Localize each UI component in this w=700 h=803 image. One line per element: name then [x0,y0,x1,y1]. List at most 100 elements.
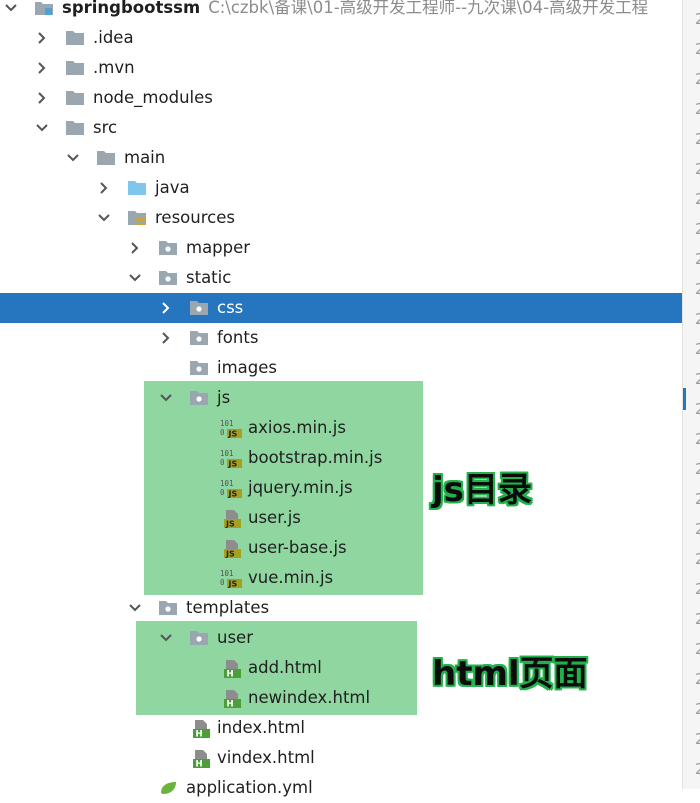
tree-item-user-base-js[interactable]: JS user-base.js [0,533,682,563]
svg-text:JS: JS [228,490,238,499]
tree-item-mapper[interactable]: mapper [0,233,682,263]
tree-item-static[interactable]: static [0,263,682,293]
tree-item-axios-min-js[interactable]: 101 0 JS axios.min.js [0,413,682,443]
tree-item-label: src [93,117,117,139]
tree-item-text: .idea [93,28,134,47]
tree-item-node-modules[interactable]: node_modules [0,83,682,113]
package-folder-icon [189,299,209,317]
tree-item-text: vue.min.js [248,568,334,587]
tree-item-text: axios.min.js [248,418,346,437]
gutter-line-number: 2 [695,550,700,568]
tree-item-jquery-min-js[interactable]: 101 0 JS jquery.min.js [0,473,682,503]
folder-icon [65,89,85,107]
tree-item-vue-min-js[interactable]: 101 0 JS vue.min.js [0,563,682,593]
minified-js-file-icon: 101 0 JS [220,419,242,439]
tree-item-label: js [217,387,230,409]
js-file-icon: JS [220,539,241,559]
gutter-line-number: 2 [695,370,700,388]
chevron-down-icon[interactable] [35,121,49,135]
gutter-line-number: 2 [695,520,700,538]
folder-icon [65,119,85,137]
chevron-down-icon[interactable] [66,151,80,165]
tree-item-label: vindex.html [217,747,315,769]
tree-item-user-js[interactable]: JS user.js [0,503,682,533]
tree-item-images[interactable]: images [0,353,682,383]
tree-item-text: jquery.min.js [248,478,353,497]
tree-item-springbootssm[interactable]: springbootssm C:\czbk\备课\01-高级开发工程师--九次课\… [0,0,682,23]
tree-item-bootstrap-min-js[interactable]: 101 0 JS bootstrap.min.js [0,443,682,473]
tree-item-index-html[interactable]: Hindex.html [0,713,682,743]
minified-js-file-icon: 101 0 JS [220,569,242,589]
chevron-down-icon[interactable] [159,631,173,645]
chevron-right-icon[interactable] [128,241,142,255]
chevron-right-icon[interactable] [35,61,49,75]
tree-item-vindex-html[interactable]: Hvindex.html [0,743,682,773]
tree-item-main[interactable]: main [0,143,682,173]
chevron-down-icon[interactable] [128,601,142,615]
tree-item-text: static [186,268,232,287]
chevron-down-icon[interactable] [4,1,18,15]
svg-text:H: H [196,760,203,770]
tree-item-application-yml[interactable]: application.yml [0,773,682,803]
gutter-line-number: 2 [695,190,700,208]
minified-js-file-icon: 101 0 JS [220,449,242,469]
tree-item-text: main [124,148,166,167]
chevron-down-icon[interactable] [128,271,142,285]
package-folder-icon [158,269,178,287]
project-path: C:\czbk\备课\01-高级开发工程师--九次课\04-高级开发工程 [208,0,649,17]
gutter-line-number: 2 [695,220,700,238]
tree-item-mvn[interactable]: .mvn [0,53,682,83]
tree-item-text: .mvn [93,58,135,77]
tree-item-text: js [217,388,231,407]
tree-item-templates[interactable]: templates [0,593,682,623]
folder-icon [65,59,85,77]
html-file-icon: H [220,659,241,679]
minified-js-file-icon: 101 0 JS [220,479,242,499]
gutter-line-number: 2 [695,130,700,148]
svg-text:101: 101 [220,419,234,428]
package-folder-icon [189,359,209,377]
chevron-right-icon[interactable] [159,301,173,315]
svg-text:H: H [227,700,234,710]
tree-item-label: user-base.js [248,537,347,559]
gutter-line-number: 2 [695,40,700,58]
tree-item-text: bootstrap.min.js [248,448,383,467]
tree-item-java[interactable]: java [0,173,682,203]
tree-item-text: newindex.html [248,688,371,707]
tree-item-text: images [217,358,277,377]
chevron-right-icon[interactable] [35,31,49,45]
tree-item-label: index.html [217,717,305,739]
resources-folder-icon [127,209,147,227]
gutter-line-number: 2 [695,400,700,418]
tree-item-label: springbootssm C:\czbk\备课\01-高级开发工程师--九次课\… [62,0,648,19]
chevron-down-icon[interactable] [159,391,173,405]
html-file-icon: H [220,689,241,710]
tree-item-src[interactable]: src [0,113,682,143]
tree-item-text: java [155,178,190,197]
svg-text:JS: JS [228,430,238,439]
svg-text:JS: JS [228,580,238,589]
tree-item-css[interactable]: css [0,293,682,323]
gutter-line-number: 2 [695,340,700,358]
svg-text:JS: JS [225,520,235,529]
chevron-right-icon[interactable] [159,331,173,345]
tree-item-label: jquery.min.js [248,477,353,499]
tree-item-js[interactable]: js [0,383,682,413]
gutter-line-number: 2 [695,280,700,298]
chevron-right-icon[interactable] [97,181,111,195]
annotation-html-pages: html页面 [432,654,588,694]
tree-item-text: templates [186,598,270,617]
chevron-down-icon[interactable] [97,211,111,225]
tree-item-fonts[interactable]: fonts [0,323,682,353]
tree-item-text: src [93,118,118,137]
gutter-line-number: 2 [695,250,700,268]
tree-item-label: templates [186,597,269,619]
tree-item-label: newindex.html [248,687,370,709]
tree-item-idea[interactable]: .idea [0,23,682,53]
tree-item-resources[interactable]: resources [0,203,682,233]
tree-item-text: user.js [248,508,301,527]
package-folder-icon [189,389,209,407]
tree-item-text: index.html [217,718,305,737]
tree-item-text: mapper [186,238,251,257]
chevron-right-icon[interactable] [35,91,49,105]
